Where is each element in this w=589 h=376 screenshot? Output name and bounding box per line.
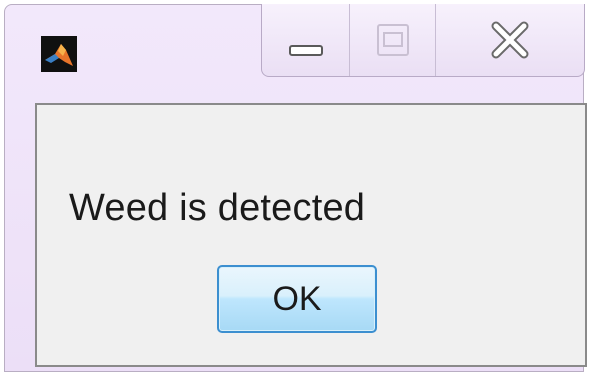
message-text: Weed is detected xyxy=(69,187,366,229)
caption-buttons xyxy=(261,4,585,77)
maximize-button[interactable] xyxy=(350,4,436,76)
matlab-logo-icon[interactable] xyxy=(41,36,77,72)
minimize-icon xyxy=(288,45,323,56)
maximize-icon xyxy=(376,24,409,56)
close-button[interactable] xyxy=(436,4,584,76)
dialog-window: Weed is detected OK xyxy=(4,4,587,372)
close-icon xyxy=(491,21,529,59)
ok-button[interactable]: OK xyxy=(217,265,377,333)
dialog-body: Weed is detected OK xyxy=(35,103,587,367)
minimize-button[interactable] xyxy=(262,4,350,76)
